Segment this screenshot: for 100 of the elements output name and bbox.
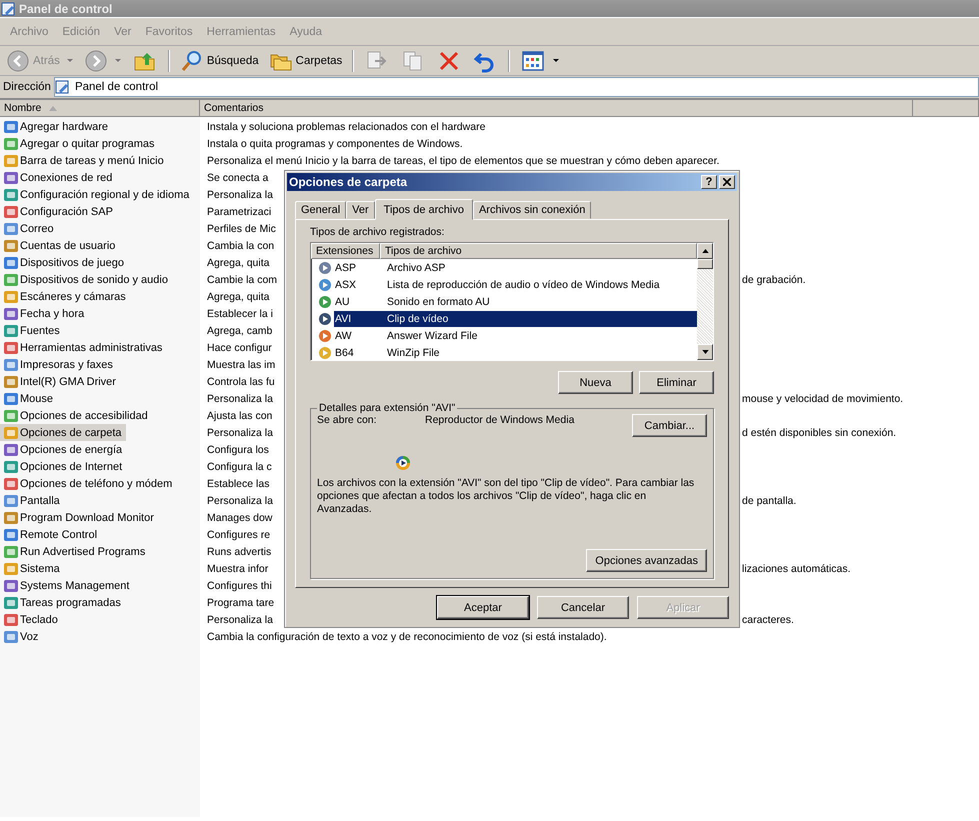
comment-text: Controla las fu [207,376,275,388]
tile-icon [3,238,19,254]
scroll-thumb[interactable] [697,259,713,269]
item-name: Agregar o quitar programas [20,138,155,150]
group-title: Detalles para extensión "AVI" [318,402,456,414]
list-item[interactable]: Cuentas de usuario [0,237,120,254]
list-item[interactable]: Herramientas administrativas [0,339,166,356]
list-item[interactable]: Impresoras y faxes [0,356,117,373]
sort-arrow-icon [49,106,58,110]
item-name: Configuración regional y de idioma [20,188,190,200]
tile-icon [3,408,19,424]
list-item[interactable]: Escáneres y cámaras [0,288,130,305]
comment-text: Muestra infor [207,562,268,574]
list-item[interactable]: Configuración SAP [0,203,117,220]
address-field[interactable]: Panel de control [54,77,979,97]
folders-button[interactable]: Carpetas [266,48,346,72]
close-button[interactable] [719,175,735,189]
list-item[interactable]: Remote Control [0,526,102,543]
comment-text: Establecer la i [207,308,273,320]
list-item[interactable]: Systems Management [0,577,134,594]
item-name: Conexiones de red [20,172,112,184]
dialog-button[interactable]: Cancelar [537,596,629,619]
tile-icon [3,356,19,372]
change-button[interactable]: Cambiar... [632,414,707,437]
file-type-row[interactable]: AVI Clip de vídeo [334,310,697,326]
help-button[interactable]: ? [701,175,717,189]
dialog-button[interactable]: Aceptar [437,596,529,619]
description-text: Los archivos con la extensión "AVI" son del tipo "Clip de vídeo". Para cambiar las opciones que afectan a todos los archivos "Clip de vídeo", haga clic en Avanzadas. [317,477,696,516]
comment-text: Configura la c [207,460,272,472]
item-name: Agregar hardware [20,120,108,132]
advanced-button[interactable]: Opciones avanzadas [586,549,707,572]
search-button[interactable]: Búsqueda [176,48,262,72]
list-item[interactable]: Opciones de teléfono y módem [0,475,176,492]
tile-icon [3,594,19,610]
list-item[interactable]: Opciones de Internet [0,458,126,475]
comment-text: Manages dow [207,512,272,524]
item-name: Opciones de teléfono y módem [20,478,172,490]
file-type-row[interactable]: ASX Lista de reproducción de audio o vídeo de Windows Media [334,276,697,292]
list-item[interactable]: Correo [0,220,58,237]
list-item[interactable]: Tareas programadas [0,594,125,611]
list-button[interactable]: Nueva [558,371,633,394]
tile-icon [3,424,19,440]
comment-text: Parametrizaci [207,206,272,218]
item-name: Cuentas de usuario [20,240,116,252]
list-item[interactable]: Conexiones de red [0,169,116,186]
scrollbar[interactable] [697,243,713,360]
list-item[interactable]: Barra de tareas y menú Inicio [0,152,168,169]
list-item[interactable]: Fuentes [0,322,64,339]
list-item[interactable]: Mouse [0,390,58,407]
tab[interactable]: Archivos sin conexión [472,201,592,219]
comment-text: Cambia la con [207,240,274,252]
list-item[interactable]: Dispositivos de juego [0,254,128,271]
comment-text: Programa tare [207,596,274,608]
item-name: Pantalla [20,494,60,506]
tile-icon [3,170,19,186]
item-name: Remote Control [20,528,98,540]
list-item[interactable]: Opciones de accesibilidad [0,407,152,424]
tile-icon [3,560,19,576]
tile-icon [3,544,19,560]
close-icon [723,178,731,186]
file-type-row[interactable]: ASP Archivo ASP [334,260,697,276]
item-name: Correo [20,222,54,234]
list-item[interactable]: Sistema [0,560,64,577]
list-item[interactable]: Program Download Monitor [0,509,158,526]
list-item[interactable]: Fecha y hora [0,305,88,322]
item-name: Fuentes [20,324,60,336]
file-type-icon [317,276,333,292]
list-item[interactable]: Dispositivos de sonido y audio [0,271,172,288]
column-header[interactable]: Comentarios [200,100,913,117]
comment-text: Se conecta a [207,172,268,184]
tab[interactable]: Ver [346,201,375,219]
tab[interactable]: General [295,201,346,219]
file-type-row[interactable]: AW Answer Wizard File [334,328,697,344]
tile-icon [3,136,19,152]
file-type-row[interactable]: B64 WinZip File [334,344,697,360]
list-item[interactable]: Configuración regional y de idioma [0,186,194,203]
caret-icon[interactable] [553,58,560,62]
tile-icon [3,476,19,492]
item-name: Fecha y hora [20,308,84,320]
comment-text: Agrega, quita [207,256,270,268]
column-header[interactable]: Tipos de archivo [380,243,697,259]
list-item[interactable]: Intel(R) GMA Driver [0,373,120,390]
list-item[interactable]: Agregar o quitar programas [0,135,159,152]
list-item[interactable]: Voz [0,628,42,645]
list-item[interactable]: Teclado [0,611,62,628]
tab[interactable]: Tipos de archivo [374,199,473,220]
item-name: Sistema [20,562,60,574]
list-item[interactable]: Agregar hardware [0,118,112,135]
tile-icon [3,612,19,628]
file-type-row[interactable]: AU Sonido en formato AU [334,294,697,310]
tile-icon [3,374,19,390]
views-icon[interactable] [521,48,546,72]
list-item[interactable]: Opciones de carpeta [0,424,126,441]
list-item[interactable]: Opciones de energía [0,441,126,458]
list-item[interactable]: Run Advertised Programs [0,543,150,560]
comment-text: Perfiles de Mic [207,222,276,234]
comment-text: Runs advertis [207,546,272,558]
column-header[interactable]: Extensiones [311,243,380,259]
list-item[interactable]: Pantalla [0,492,64,509]
list-button[interactable]: Eliminar [639,371,714,394]
